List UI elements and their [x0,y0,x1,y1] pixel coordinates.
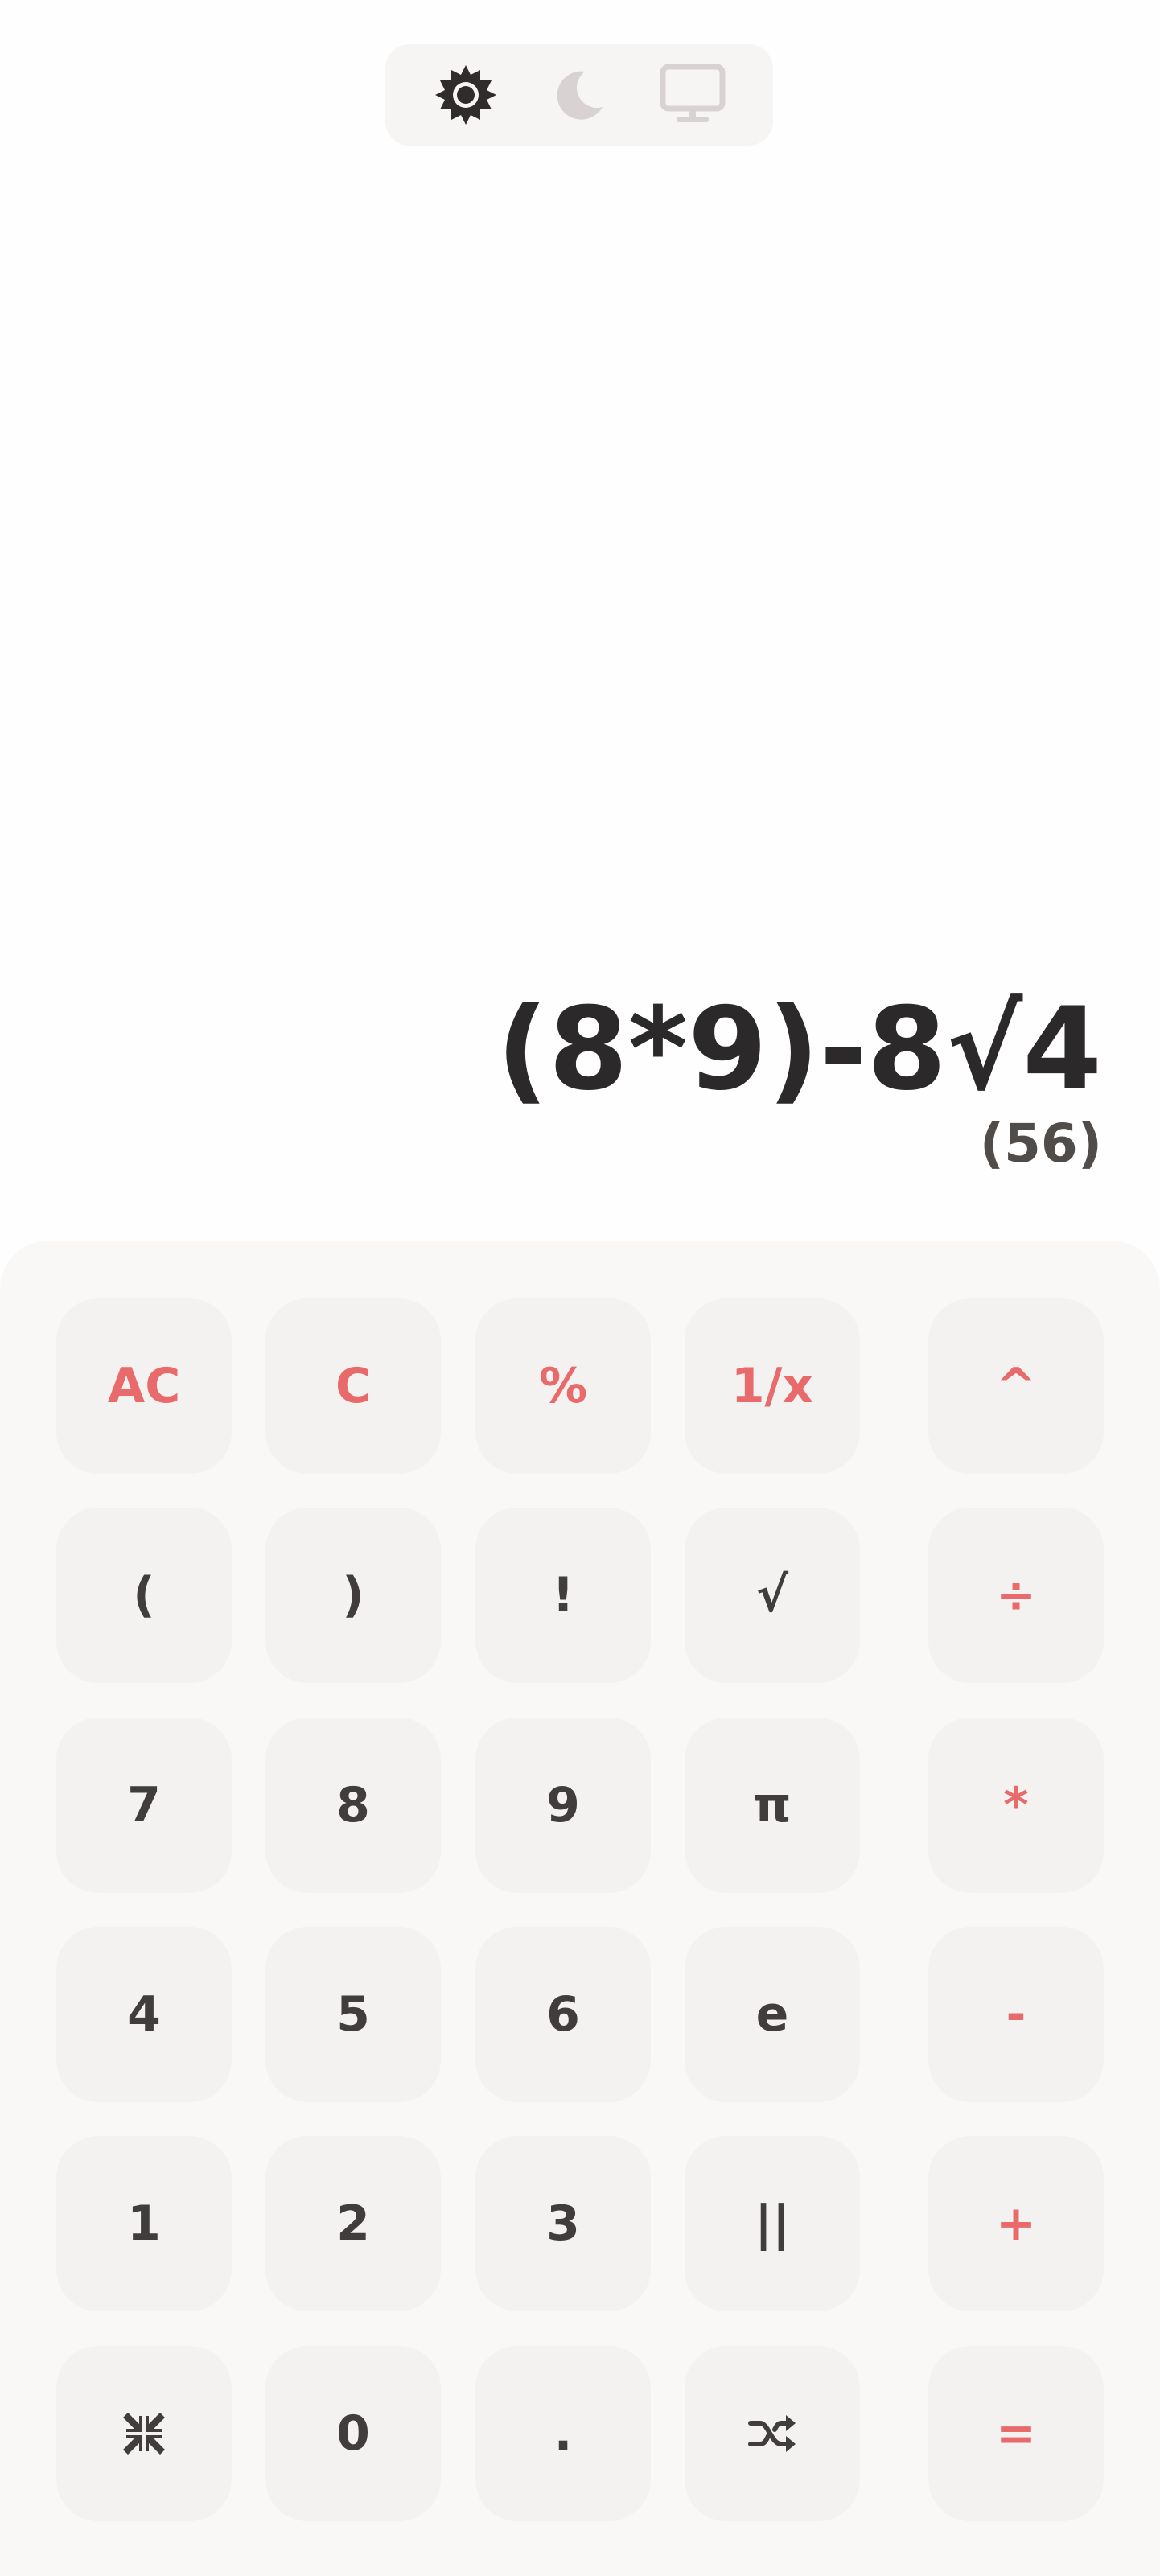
digit-0-button[interactable]: 0 [265,2346,441,2521]
multiply-button[interactable]: * [928,1718,1104,1893]
shuffle-button[interactable] [685,2346,860,2521]
digit-9-button[interactable]: 9 [475,1718,651,1893]
subtract-button[interactable]: - [928,1927,1104,2102]
result-preview: (56) [979,1113,1102,1175]
theme-switcher [385,44,773,146]
equals-button[interactable]: = [928,2346,1104,2521]
close-paren-button[interactable]: ) [265,1508,441,1683]
decimal-point-button[interactable]: . [475,2346,651,2521]
digit-2-button[interactable]: 2 [265,2136,441,2311]
factorial-button[interactable]: ! [475,1508,651,1683]
monitor-icon [660,64,726,122]
collapse-button[interactable] [56,2346,232,2521]
system-theme-button[interactable] [652,55,733,135]
digit-7-button[interactable]: 7 [56,1718,232,1893]
digit-4-button[interactable]: 4 [56,1927,232,2102]
digit-6-button[interactable]: 6 [475,1927,651,2102]
sun-icon [435,65,497,125]
digit-1-button[interactable]: 1 [56,2136,232,2311]
add-button[interactable]: + [928,2136,1104,2311]
euler-button[interactable]: e [685,1927,860,2102]
expression-display: (8*9)-8√4 [496,983,1102,1116]
digit-8-button[interactable]: 8 [265,1718,441,1893]
open-paren-button[interactable]: ( [56,1508,232,1683]
reciprocal-button[interactable]: 1/x [685,1298,860,1474]
shuffle-icon [748,2415,796,2452]
calculator-display: (8*9)-8√4 (56) [496,981,1102,1176]
light-theme-button[interactable] [426,55,506,135]
all-clear-button[interactable]: AC [56,1298,232,1474]
pi-button[interactable]: π [685,1718,860,1893]
sqrt-button[interactable]: √ [685,1508,860,1683]
absolute-value-button[interactable]: || [685,2136,860,2311]
dark-theme-button[interactable] [539,55,619,135]
collapse-icon [123,2413,165,2455]
moon-icon [557,71,603,120]
power-button[interactable]: ^ [928,1298,1104,1474]
clear-button[interactable]: C [265,1298,441,1474]
percent-button[interactable]: % [475,1298,651,1474]
divide-button[interactable]: ÷ [928,1508,1104,1683]
keypad: AC C % 1/x ^ ( ) ! √ ÷ 7 8 9 π * 4 5 6 e… [0,1241,1160,2576]
digit-3-button[interactable]: 3 [475,2136,651,2311]
digit-5-button[interactable]: 5 [265,1927,441,2102]
